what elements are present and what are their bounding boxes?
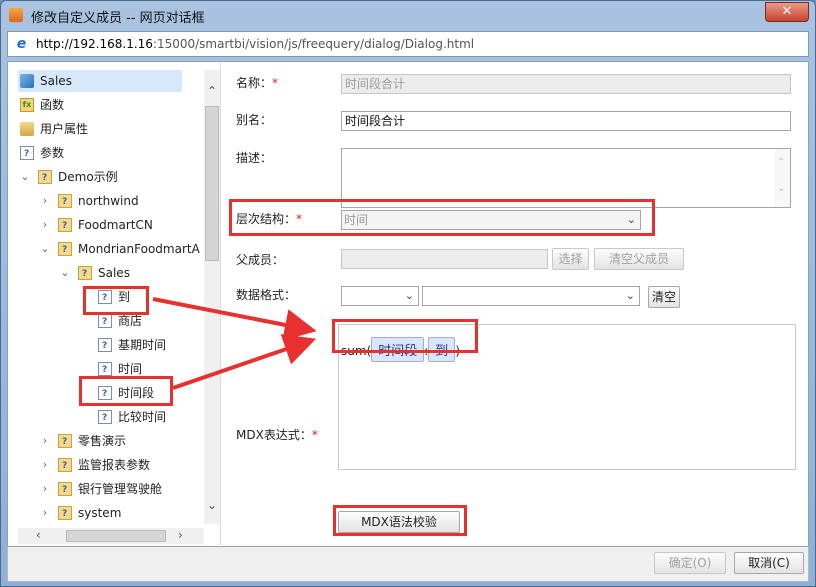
name-label: 名称：* bbox=[236, 76, 279, 90]
parameter-icon bbox=[20, 143, 34, 165]
tree-period-highlight-box bbox=[79, 376, 173, 406]
folder-icon bbox=[58, 431, 72, 453]
window-title: 修改自定义成员 -- 网页对话框 bbox=[31, 11, 205, 26]
scroll-down-icon[interactable]: ⌄ bbox=[777, 183, 785, 194]
tree-node-label: northwind bbox=[78, 194, 139, 208]
alias-label: 别名： bbox=[236, 113, 273, 127]
alias-field[interactable]: 时间段合计 bbox=[341, 111, 791, 131]
hierarchy-highlight-box bbox=[229, 199, 655, 236]
folder-icon bbox=[58, 503, 72, 524]
scroll-down-icon[interactable]: ⌄ bbox=[207, 498, 217, 512]
data-format-select[interactable]: ⌄ bbox=[341, 286, 419, 306]
parameter-icon bbox=[98, 311, 112, 333]
name-field: 时间段合计 bbox=[341, 74, 791, 94]
chevron-down-icon[interactable]: ⌄ bbox=[60, 262, 70, 284]
title-bar[interactable]: 修改自定义成员 -- 网页对话框 ✕ bbox=[1, 1, 815, 29]
tree-horizontal-scrollbar[interactable]: ‹ › bbox=[18, 528, 204, 544]
tree-node-label: 用户属性 bbox=[40, 122, 89, 136]
mdx-highlight-box bbox=[332, 319, 478, 353]
scroll-thumb[interactable] bbox=[205, 106, 219, 261]
panel-divider bbox=[220, 62, 221, 548]
dialog-content: Sales fx 函数 用户属性 参数 ⌄ Demo示例 › bbox=[7, 61, 809, 548]
mdx-expression-label: MDX表达式：* bbox=[236, 428, 318, 442]
tree-node-label: 参数 bbox=[40, 146, 65, 160]
function-icon: fx bbox=[20, 98, 34, 112]
parent-member-label: 父成员： bbox=[236, 253, 285, 267]
tree-node-label: 监管报表参数 bbox=[78, 458, 151, 472]
folder-icon bbox=[78, 263, 92, 285]
folder-icon bbox=[58, 215, 72, 237]
user-property-icon bbox=[20, 122, 34, 136]
clear-parent-button[interactable]: 清空父成员 bbox=[594, 248, 684, 270]
description-label: 描述： bbox=[236, 151, 273, 165]
clear-format-button[interactable]: 清空 bbox=[648, 286, 680, 308]
tree-vertical-scrollbar[interactable]: ⌃ ⌄ bbox=[204, 70, 220, 524]
address-bar: e http://192.168.1.16:15000/smartbi/visi… bbox=[7, 31, 809, 57]
chevron-down-icon[interactable]: ⌄ bbox=[40, 238, 50, 260]
tree-node-label: MondrianFoodmartA bbox=[78, 242, 200, 256]
chevron-down-icon[interactable]: ⌄ bbox=[20, 166, 30, 188]
chevron-right-icon[interactable]: › bbox=[40, 454, 50, 476]
folder-icon bbox=[58, 191, 72, 213]
tree-node-label: Sales bbox=[40, 74, 72, 88]
chevron-right-icon[interactable]: › bbox=[40, 214, 50, 236]
tree-node-label: 零售演示 bbox=[78, 434, 127, 448]
url-host: http://192.168.1.16 bbox=[36, 37, 153, 51]
tree-node-label: system bbox=[78, 506, 122, 520]
data-format-detail-select[interactable]: ⌄ bbox=[422, 286, 640, 306]
data-format-label: 数据格式： bbox=[236, 288, 297, 302]
app-icon bbox=[9, 8, 23, 22]
chevron-right-icon[interactable]: › bbox=[40, 430, 50, 452]
ie-icon: e bbox=[16, 36, 27, 52]
close-button[interactable]: ✕ bbox=[765, 2, 809, 22]
ok-button[interactable]: 确定(O) bbox=[654, 552, 726, 574]
select-parent-button[interactable]: 选择 bbox=[552, 248, 589, 270]
tree-node-label: 函数 bbox=[40, 98, 65, 112]
folder-icon bbox=[38, 167, 52, 189]
scroll-up-icon[interactable]: ⌃ bbox=[777, 157, 785, 168]
dialog-window: 修改自定义成员 -- 网页对话框 ✕ e http://192.168.1.16… bbox=[0, 0, 816, 587]
cube-icon bbox=[20, 74, 34, 88]
tree-node-sales-cube[interactable]: Sales bbox=[18, 70, 182, 92]
scroll-thumb-horizontal[interactable] bbox=[66, 530, 166, 542]
parameter-icon bbox=[98, 359, 112, 381]
tree-node-label: 基期时间 bbox=[118, 338, 167, 352]
chevron-down-icon[interactable]: ⌄ bbox=[626, 287, 635, 305]
dialog-footer: 确定(O) 取消(C) bbox=[7, 547, 809, 582]
folder-icon bbox=[58, 479, 72, 501]
tree-node-label: Sales bbox=[98, 266, 130, 280]
validate-highlight-box bbox=[333, 505, 467, 536]
parameter-icon bbox=[98, 407, 112, 429]
tree-node-label: Demo示例 bbox=[58, 170, 118, 184]
url-text: http://192.168.1.16:15000/smartbi/vision… bbox=[36, 37, 474, 51]
tree-to-highlight-box bbox=[83, 286, 149, 315]
parent-member-field bbox=[341, 249, 548, 269]
scroll-left-icon[interactable]: ‹ bbox=[36, 528, 41, 542]
chevron-right-icon[interactable]: › bbox=[40, 502, 50, 524]
chevron-right-icon[interactable]: › bbox=[40, 190, 50, 212]
chevron-right-icon[interactable]: › bbox=[40, 478, 50, 500]
folder-icon bbox=[58, 455, 72, 477]
folder-icon bbox=[58, 239, 72, 261]
cancel-button[interactable]: 取消(C) bbox=[734, 552, 804, 574]
parameter-icon bbox=[98, 335, 112, 357]
scroll-right-icon[interactable]: › bbox=[178, 528, 183, 542]
description-scrollbar[interactable]: ⌃ ⌄ bbox=[774, 149, 790, 207]
url-path: :15000/smartbi/vision/js/freequery/dialo… bbox=[152, 37, 475, 51]
chevron-down-icon[interactable]: ⌄ bbox=[405, 287, 414, 305]
tree-node-label: 比较时间 bbox=[118, 410, 167, 424]
tree-node-label: FoodmartCN bbox=[78, 218, 153, 232]
tree-node-label: 银行管理驾驶舱 bbox=[78, 482, 163, 496]
scroll-up-icon[interactable]: ⌃ bbox=[207, 84, 217, 98]
